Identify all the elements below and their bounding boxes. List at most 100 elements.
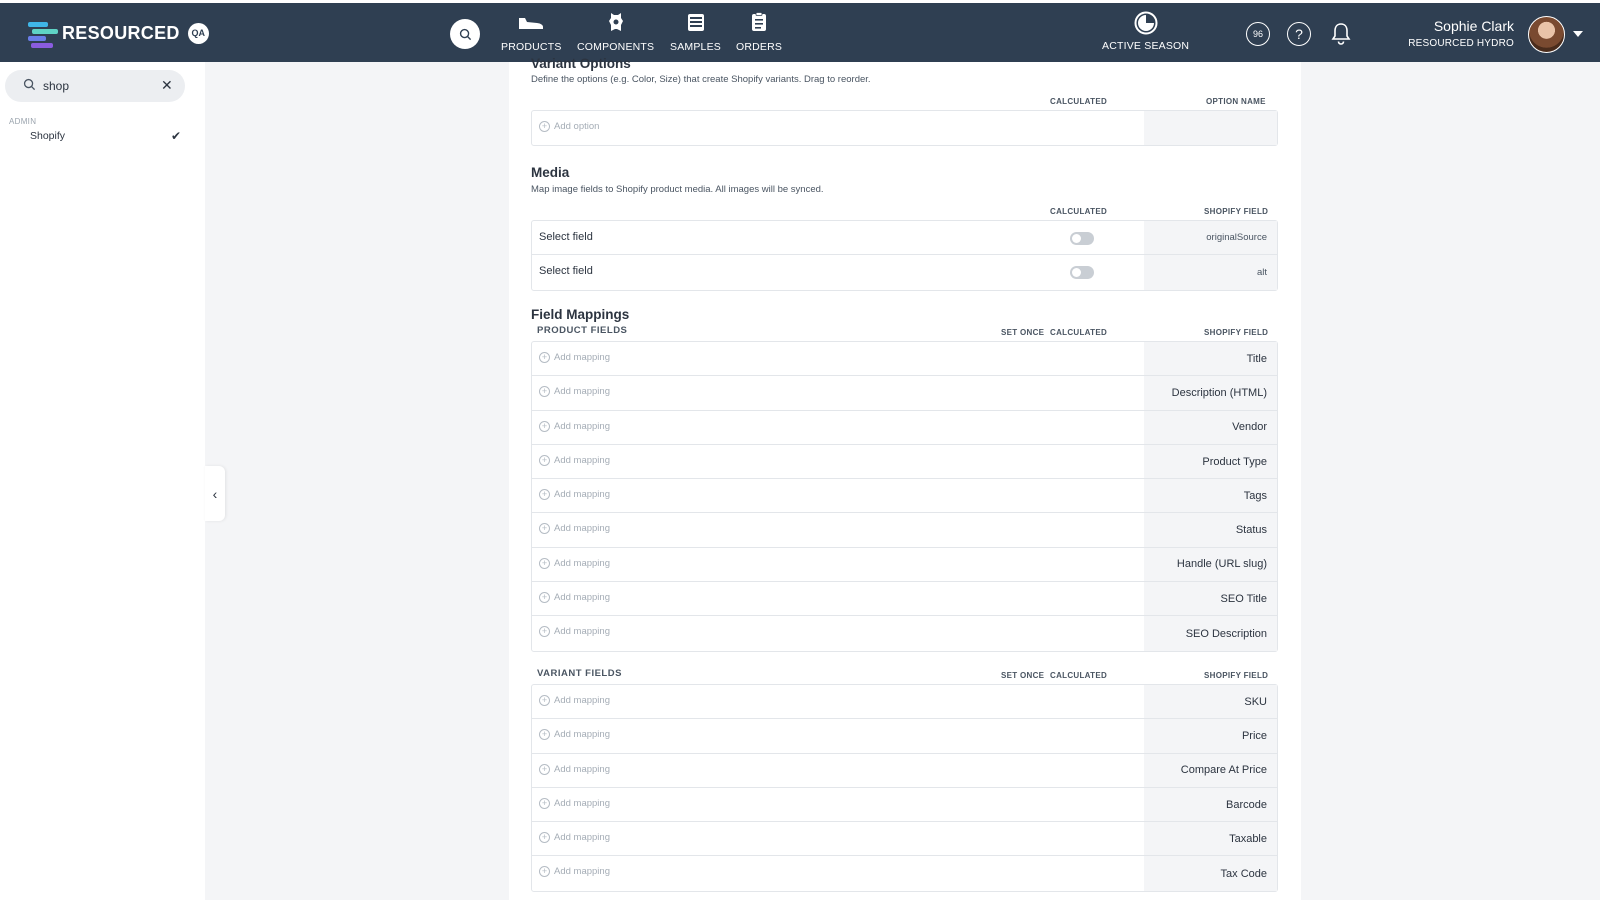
add-mapping-button[interactable]: + Add mapping <box>539 695 610 706</box>
plus-circle-icon: + <box>539 797 550 809</box>
plus-circle-icon: + <box>539 420 550 432</box>
add-mapping-button[interactable]: + Add mapping <box>539 729 610 741</box>
plus-circle-icon: + <box>539 695 550 706</box>
shopify-field-cell: Title <box>1144 342 1277 376</box>
nav-samples[interactable]: SAMPLES <box>670 11 721 53</box>
season-icon <box>1134 11 1158 35</box>
user-organization: RESOURCED HYDRO <box>1408 38 1514 49</box>
add-mapping-label: Add mapping <box>554 420 610 432</box>
table-row: + Add mapping Handle (URL slug) <box>532 547 1277 583</box>
samples-icon <box>687 11 705 33</box>
add-mapping-label: Add mapping <box>554 729 610 741</box>
add-mapping-button[interactable]: + Add mapping <box>539 866 610 878</box>
user-menu[interactable]: Sophie Clark RESOURCED HYDRO <box>1408 18 1514 49</box>
brand-name: RESOURCED <box>62 22 180 43</box>
table-row: + Add mapping Tax Code <box>532 856 1277 891</box>
active-season-button[interactable]: ACTIVE SEASON <box>1102 11 1190 52</box>
add-mapping-button[interactable]: + Add mapping <box>539 626 610 638</box>
add-mapping-button[interactable]: + Add mapping <box>539 523 610 535</box>
counter-badge-button[interactable]: 96 <box>1246 22 1270 46</box>
shopify-field-cell: Tax Code <box>1144 856 1277 891</box>
sidebar-section-admin: ADMIN <box>9 117 37 126</box>
add-mapping-label: Add mapping <box>554 797 610 809</box>
add-mapping-button[interactable]: + Add mapping <box>539 763 610 775</box>
table-row: + Add mapping Taxable <box>532 822 1277 857</box>
table-row: + Add mapping SEO Description <box>532 616 1277 651</box>
add-mapping-button[interactable]: + Add mapping <box>539 797 610 809</box>
add-mapping-button[interactable]: + Add mapping <box>539 454 610 466</box>
table-row: + Add mapping Tags <box>532 479 1277 514</box>
shopify-field-cell: Compare At Price <box>1144 753 1277 787</box>
collapse-sidebar-button[interactable]: ‹ <box>205 466 225 521</box>
table-row: + Add mapping Compare At Price <box>532 753 1277 788</box>
sidebar-search-input[interactable] <box>43 76 153 96</box>
add-mapping-button[interactable]: + Add mapping <box>539 386 610 398</box>
option-name-cell <box>1144 111 1277 146</box>
add-mapping-label: Add mapping <box>554 386 610 398</box>
notifications-button[interactable] <box>1331 22 1351 51</box>
plus-circle-icon: + <box>539 832 550 844</box>
table-row: + Add mapping Product Type <box>532 444 1277 480</box>
variant-set-once-header: SET ONCE <box>1001 671 1045 680</box>
user-name: Sophie Clark <box>1433 18 1514 34</box>
table-row: + Add mapping Barcode <box>532 787 1277 823</box>
product-fields-heading: PRODUCT FIELDS <box>537 325 628 336</box>
chevron-down-icon[interactable] <box>1573 31 1583 37</box>
clipboard-icon <box>751 11 767 33</box>
active-season-label: ACTIVE SEASON <box>1102 40 1190 52</box>
bell-icon <box>1331 23 1351 45</box>
add-mapping-button[interactable]: + Add mapping <box>539 592 610 604</box>
table-row: Select field alt <box>532 255 1277 290</box>
add-mapping-button[interactable]: + Add mapping <box>539 832 610 844</box>
shopify-field-cell: SEO Description <box>1144 616 1277 651</box>
logo-mark-icon <box>28 20 58 48</box>
plus-circle-icon: + <box>539 523 550 535</box>
add-mapping-label: Add mapping <box>554 592 610 604</box>
select-field-dropdown[interactable]: Select field <box>539 231 593 243</box>
media-calculated-header: CALCULATED <box>1050 207 1108 216</box>
variant-calculated-header: CALCULATED <box>1050 671 1108 680</box>
calculated-toggle[interactable] <box>1070 266 1094 280</box>
sidebar: ✕ ADMIN Shopify ✔ <box>0 62 205 900</box>
top-nav-bar: RESOURCED QA PRODUCTS COMPONENTS SAMPLES… <box>0 0 1600 62</box>
add-mapping-label: Add mapping <box>554 557 610 569</box>
nav-orders[interactable]: ORDERS <box>736 11 782 53</box>
settings-panel: Variant Options Define the options (e.g.… <box>509 56 1301 900</box>
add-mapping-button[interactable]: + Add mapping <box>539 352 610 363</box>
variant-options-option-name-header: OPTION NAME <box>1206 97 1266 106</box>
variant-shopify-field-header: SHOPIFY FIELD <box>1204 671 1269 680</box>
add-mapping-button[interactable]: + Add mapping <box>539 557 610 569</box>
checkmark-icon: ✔ <box>170 129 181 143</box>
calculated-toggle[interactable] <box>1070 232 1094 245</box>
close-icon[interactable]: ✕ <box>161 77 173 94</box>
avatar[interactable] <box>1528 16 1565 53</box>
table-row: + Add mapping Price <box>532 719 1277 754</box>
variant-options-description: Define the options (e.g. Color, Size) th… <box>531 74 871 85</box>
product-set-once-header: SET ONCE <box>1001 328 1045 337</box>
select-field-dropdown[interactable]: Select field <box>539 265 593 277</box>
nav-products-label: PRODUCTS <box>501 41 562 53</box>
table-row: + Add mapping Vendor <box>532 410 1277 445</box>
plus-circle-icon: + <box>539 763 550 775</box>
search-icon <box>459 28 471 40</box>
add-mapping-button[interactable]: + Add mapping <box>539 489 610 501</box>
plus-circle-icon: + <box>539 386 550 398</box>
field-mappings-title: Field Mappings <box>531 307 630 322</box>
product-calculated-header: CALCULATED <box>1050 328 1108 337</box>
shopify-field-cell: Status <box>1144 513 1277 547</box>
add-option-button[interactable]: + Add option <box>539 121 599 132</box>
help-button[interactable]: ? <box>1287 22 1311 46</box>
plus-circle-icon: + <box>539 592 550 604</box>
shopify-field-cell: alt <box>1144 255 1277 290</box>
global-search-button[interactable] <box>450 19 480 49</box>
variant-options-table: + Add option <box>531 110 1278 147</box>
add-option-label: Add option <box>554 121 600 132</box>
nav-components[interactable]: COMPONENTS <box>577 11 654 53</box>
product-fields-table: + Add mapping Title + Add mapping Description… <box>531 341 1278 652</box>
sidebar-item-shopify[interactable]: Shopify ✔ <box>30 129 185 143</box>
brand-logo[interactable]: RESOURCED QA <box>28 20 209 48</box>
plus-circle-icon: + <box>539 626 550 638</box>
add-mapping-label: Add mapping <box>554 832 610 844</box>
nav-products[interactable]: PRODUCTS <box>501 11 562 53</box>
add-mapping-button[interactable]: + Add mapping <box>539 420 610 432</box>
